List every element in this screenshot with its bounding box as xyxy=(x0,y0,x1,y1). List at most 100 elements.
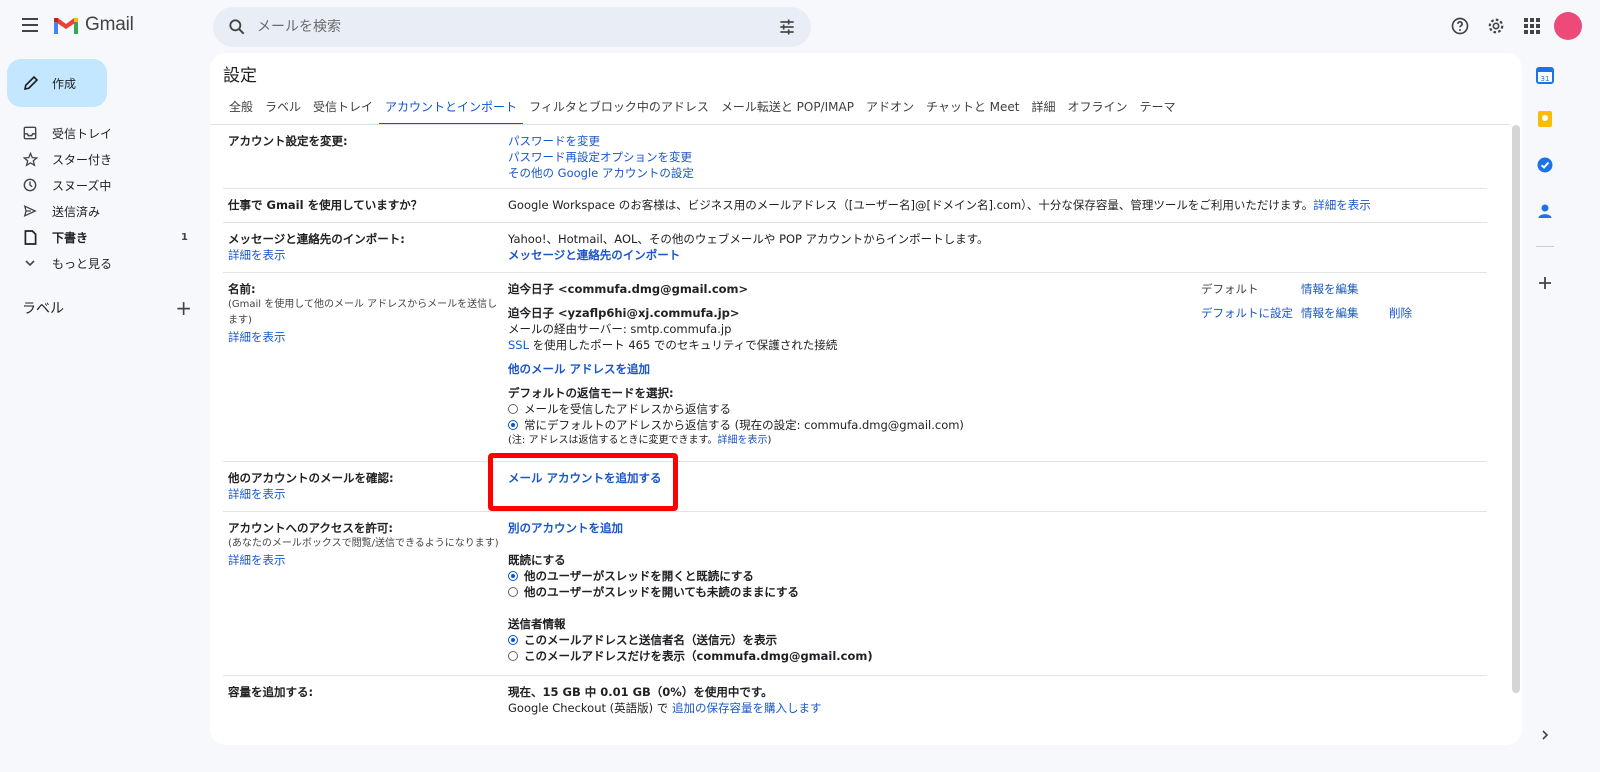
gmail-logo[interactable]: Gmail xyxy=(53,14,134,36)
mark-read-radio-on-open[interactable] xyxy=(508,571,518,581)
tab-accounts-import[interactable]: アカウントとインポート xyxy=(379,93,524,125)
add-another-account-link[interactable]: 別のアカウントを追加 xyxy=(508,521,623,535)
row-label: 名前: xyxy=(228,282,256,296)
import-learn-more-link[interactable]: 詳細を表示 xyxy=(228,248,286,262)
row-sublabel: (Gmail を使用して他のメール アドレスからメールを送信します) xyxy=(228,299,498,326)
password-recovery-link[interactable]: パスワード再設定オプションを変更 xyxy=(508,150,692,164)
sidebar-nav: 受信トレイ スター付き スヌーズ中 送信済み 下書き 1 もっと見る xyxy=(0,120,200,276)
labels-title: ラベル xyxy=(22,301,64,317)
settings-gear-icon[interactable] xyxy=(1478,10,1514,42)
row-label: 仕事で Gmail を使用していますか？ xyxy=(228,198,423,212)
row-label: 他のアカウントのメールを確認: xyxy=(228,471,394,485)
row-label: アカウント設定を変更: xyxy=(228,134,348,148)
account-avatar[interactable] xyxy=(1554,12,1582,40)
svg-text:31: 31 xyxy=(1541,75,1550,83)
drafts-count: 1 xyxy=(181,231,188,243)
keep-icon[interactable] xyxy=(1534,108,1556,130)
sidebar-item-snoozed[interactable]: スヌーズ中 xyxy=(0,172,200,198)
add-mail-account-link[interactable]: メール アカウントを追加する xyxy=(508,471,662,485)
tab-offline[interactable]: オフライン xyxy=(1062,93,1134,125)
row-grant-access: アカウントへのアクセスを許可: (あなたのメールボックスで閲覧/送信できるように… xyxy=(223,512,1487,676)
star-icon xyxy=(22,151,38,167)
send-as-learn-more-link[interactable]: 詳細を表示 xyxy=(228,330,286,344)
sidebar-item-label: もっと見る xyxy=(52,256,113,271)
buy-storage-link[interactable]: 追加の保存容量を購入します xyxy=(672,701,822,715)
make-default-link[interactable]: デフォルトに設定 xyxy=(1201,305,1293,321)
search-options-icon[interactable] xyxy=(777,17,797,37)
mark-read-radio-keep-unread[interactable] xyxy=(508,587,518,597)
row-sublabel: (あなたのメールボックスで閲覧/送信できるようになります) xyxy=(228,538,499,549)
row-import: メッセージと連絡先のインポート: 詳細を表示 Yahoo!、Hotmail、AO… xyxy=(223,223,1487,273)
workspace-learn-more-link[interactable]: 詳細を表示 xyxy=(1313,198,1371,212)
mark-as-read-title: 既読にする xyxy=(508,553,566,567)
rail-divider xyxy=(1536,246,1554,247)
tab-advanced[interactable]: 詳細 xyxy=(1026,93,1062,125)
check-mail-learn-more-link[interactable]: 詳細を表示 xyxy=(228,487,286,501)
inbox-icon xyxy=(22,125,38,141)
tab-filters[interactable]: フィルタとブロック中のアドレス xyxy=(523,93,715,125)
default-label: デフォルト xyxy=(1201,282,1259,296)
reply-note-learn-more-link[interactable]: 詳細を表示 xyxy=(717,435,767,446)
reply-mode-radio-default[interactable] xyxy=(508,420,518,430)
sidebar-item-starred[interactable]: スター付き xyxy=(0,146,200,172)
tab-general[interactable]: 全般 xyxy=(223,93,259,125)
row-send-as: 名前: (Gmail を使用して他のメール アドレスからメールを送信します) 詳… xyxy=(223,273,1487,462)
sidebar-item-sent[interactable]: 送信済み xyxy=(0,198,200,224)
add-email-address-link[interactable]: 他のメール アドレスを追加 xyxy=(508,362,650,376)
calendar-icon[interactable]: 31 xyxy=(1534,64,1556,86)
tab-inbox[interactable]: 受信トレイ xyxy=(307,93,379,125)
sidebar-item-label: スター付き xyxy=(52,152,113,167)
change-password-link[interactable]: パスワードを変更 xyxy=(508,134,600,148)
sidebar-item-inbox[interactable]: 受信トレイ xyxy=(0,120,200,146)
tasks-icon[interactable] xyxy=(1534,154,1556,176)
send-icon xyxy=(22,203,38,219)
settings-rows: アカウント設定を変更: パスワードを変更 パスワード再設定オプションを変更 その… xyxy=(223,125,1487,736)
row-check-mail: 他のアカウントのメールを確認: 詳細を表示 メール アカウントを追加する xyxy=(223,462,1487,512)
compose-button[interactable]: 作成 xyxy=(7,59,107,107)
tab-forwarding[interactable]: メール転送と POP/IMAP xyxy=(715,93,860,125)
top-right-icons xyxy=(1442,10,1600,42)
gmail-m-icon xyxy=(54,17,78,34)
search-icon[interactable] xyxy=(227,17,247,37)
side-panel-rail: 31 xyxy=(1524,58,1564,758)
contacts-icon[interactable] xyxy=(1534,200,1556,222)
sidebar-item-more[interactable]: もっと見る xyxy=(0,250,200,276)
tab-addons[interactable]: アドオン xyxy=(860,93,920,125)
storage-usage-text: 現在、15 GB 中 0.01 GB（0%）を使用中です。 xyxy=(508,685,773,699)
tab-labels[interactable]: ラベル xyxy=(259,93,307,125)
compose-label: 作成 xyxy=(52,76,77,91)
chevron-down-icon xyxy=(22,255,38,271)
import-messages-link[interactable]: メッセージと連絡先のインポート xyxy=(508,248,680,262)
row-label: メッセージと連絡先のインポート: xyxy=(228,232,405,246)
page-title: 設定 xyxy=(223,66,257,86)
reply-mode-radio-received[interactable] xyxy=(508,404,518,414)
sidebar-item-drafts[interactable]: 下書き 1 xyxy=(0,224,200,250)
edit-info-link-2[interactable]: 情報を編集 xyxy=(1301,305,1359,321)
sidebar-item-label: スヌーズ中 xyxy=(52,178,112,193)
delete-link[interactable]: 削除 xyxy=(1389,305,1412,321)
google-account-settings-link[interactable]: その他の Google アカウントの設定 xyxy=(508,166,694,180)
tab-chat-meet[interactable]: チャットと Meet xyxy=(920,93,1026,125)
help-icon[interactable] xyxy=(1442,10,1478,42)
search-input[interactable] xyxy=(257,19,757,35)
row-label: アカウントへのアクセスを許可: xyxy=(228,521,394,535)
tab-themes[interactable]: テーマ xyxy=(1134,93,1182,125)
sender-info-radio-address-only[interactable] xyxy=(508,651,518,661)
scrollbar[interactable] xyxy=(1512,125,1520,693)
main-menu-icon[interactable] xyxy=(18,14,42,38)
smtp-server-text: メールの経由サーバー: smtp.commufa.jp xyxy=(508,322,732,336)
add-label-button[interactable]: + xyxy=(175,298,192,318)
add-addon-icon[interactable] xyxy=(1534,272,1556,294)
grant-access-learn-more-link[interactable]: 詳細を表示 xyxy=(228,553,286,567)
apps-grid-icon[interactable] xyxy=(1514,10,1550,42)
sender-info-radio-both[interactable] xyxy=(508,635,518,645)
row-storage: 容量を追加する: 現在、15 GB 中 0.01 GB（0%）を使用中です。 G… xyxy=(228,685,822,715)
sender-info-title: 送信者情報 xyxy=(508,617,566,631)
chevron-right-icon[interactable] xyxy=(1534,724,1556,746)
row-label: 容量を追加する: xyxy=(228,685,314,699)
ssl-link[interactable]: SSL xyxy=(508,338,529,352)
edit-info-link-1[interactable]: 情報を編集 xyxy=(1301,281,1359,297)
labels-header: ラベル + xyxy=(22,298,192,318)
sidebar-item-label: 下書き xyxy=(52,230,89,245)
sidebar-item-label: 送信済み xyxy=(52,204,101,219)
